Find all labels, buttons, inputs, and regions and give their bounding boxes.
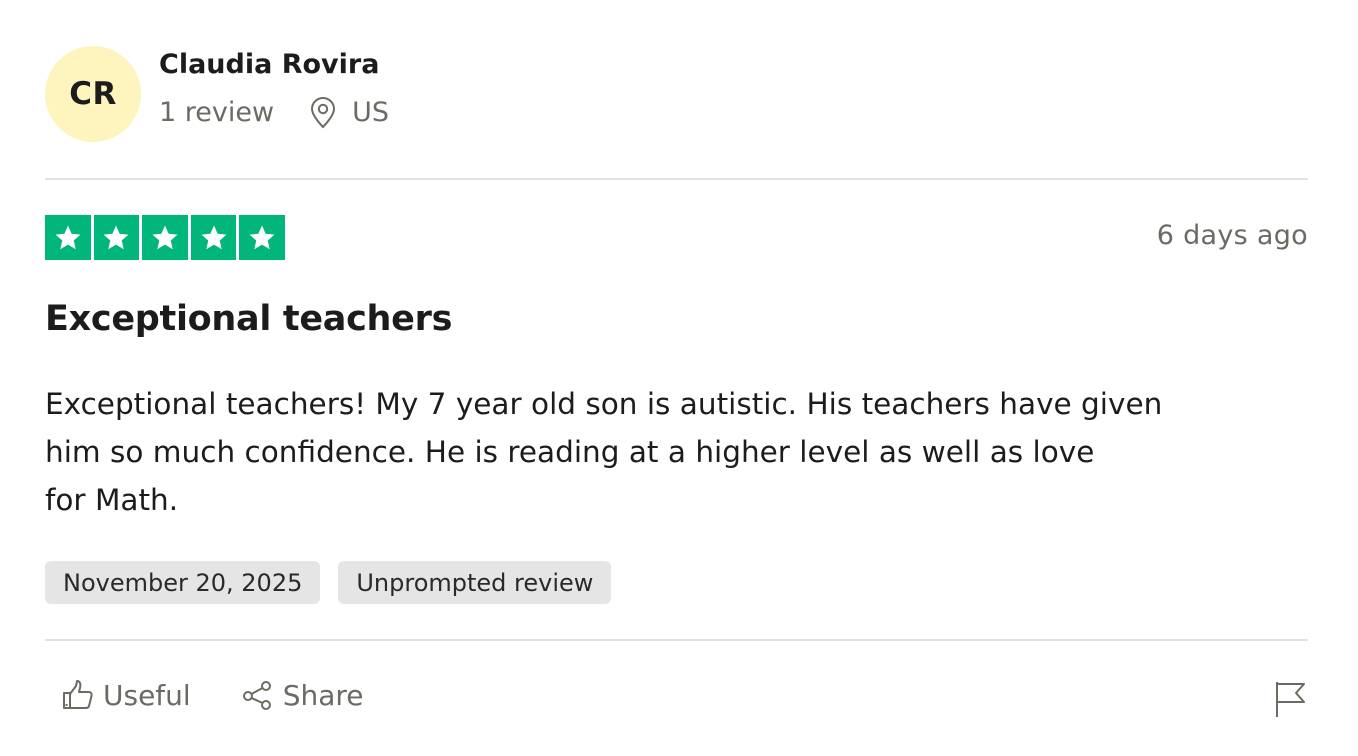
star-rating [45,215,285,260]
star-icon [55,225,81,249]
review-count: 1 review [159,97,275,128]
star-1 [45,215,91,260]
share-label: Share [282,678,364,712]
thumbs-up-icon [61,678,95,712]
review-title[interactable]: Exceptional teachers [45,296,452,342]
reviewer-location: US [308,96,389,130]
star-icon [249,225,275,249]
footer-divider [45,639,1308,641]
review-relative-date: 6 days ago [1156,220,1308,251]
star-icon [201,225,227,249]
useful-button[interactable]: Useful [61,678,191,712]
useful-label: Useful [103,678,191,712]
header-divider [45,178,1308,180]
map-pin-icon [308,97,338,129]
share-icon [241,678,275,712]
share-button[interactable]: Share [241,678,364,712]
reviewer-meta: 1 review US [159,96,389,130]
review-card: CR Claudia Rovira 1 review US 6 days ago [45,0,1308,756]
reviewer-name[interactable]: Claudia Rovira [159,48,389,82]
review-body: Exceptional teachers! My 7 year old son … [45,387,1163,517]
review-tags: November 20, 2025 Unprompted review [45,561,612,604]
avatar[interactable]: CR [45,46,141,142]
star-4 [190,215,237,260]
location-label: US [352,97,389,128]
reviewer-info: Claudia Rovira 1 review US [159,49,389,130]
reviewer-header: CR Claudia Rovira 1 review US [45,46,389,142]
review-actions: Useful Share [61,678,364,712]
star-icon [152,225,178,249]
flag-icon [1272,682,1308,721]
review-type-tag[interactable]: Unprompted review [338,561,612,604]
review-date-tag: November 20, 2025 [45,561,321,604]
star-2 [93,215,140,260]
star-5 [239,215,285,260]
star-3 [142,215,188,260]
report-flag-button[interactable] [1272,680,1308,718]
star-icon [103,225,129,249]
